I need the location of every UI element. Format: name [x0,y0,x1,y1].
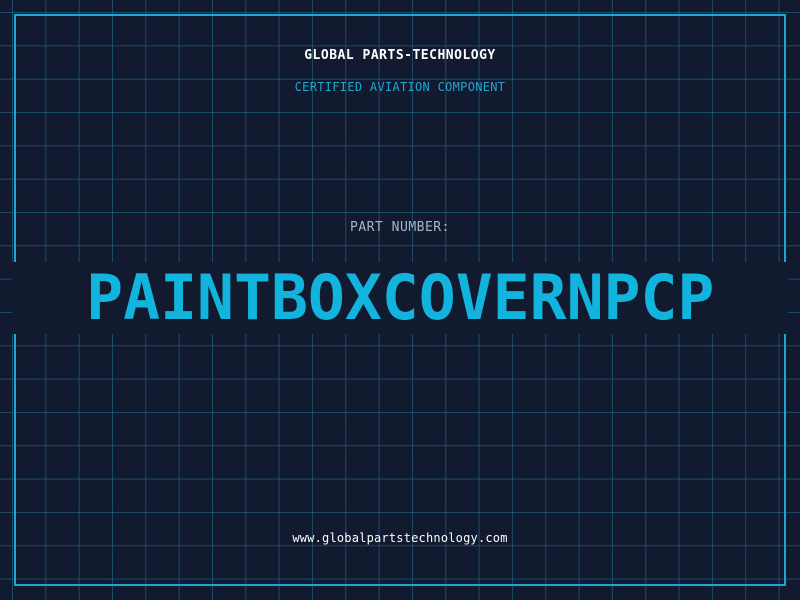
part-number-label: PART NUMBER: [350,220,450,235]
certificate-canvas: GLOBAL PARTS-TECHNOLOGY CERTIFIED AVIATI… [0,0,800,600]
part-number-value: PAINTBOXCOVERNPCP [85,261,715,334]
brand-title: GLOBAL PARTS-TECHNOLOGY [304,48,496,63]
part-number-band: PAINTBOXCOVERNPCP [12,262,788,334]
brand-tagline: CERTIFIED AVIATION COMPONENT [294,80,506,94]
website-url: www.globalpartstechnology.com [292,531,508,545]
